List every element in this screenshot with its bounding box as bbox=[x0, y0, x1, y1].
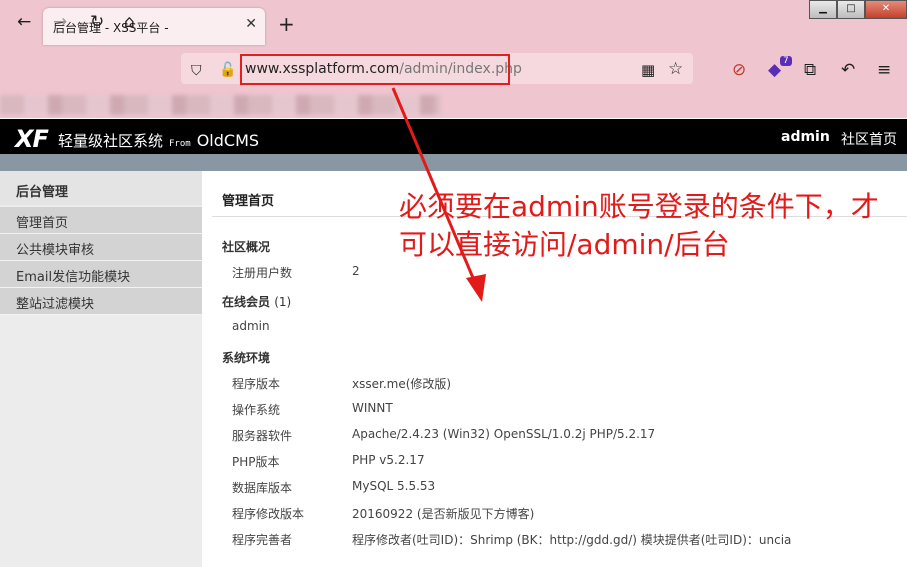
annotation-arrow bbox=[391, 87, 486, 302]
arrow-head bbox=[466, 274, 486, 302]
annotation-text: 必须要在admin账号登录的条件下，才可以直接访问/admin/后台 bbox=[399, 190, 879, 261]
